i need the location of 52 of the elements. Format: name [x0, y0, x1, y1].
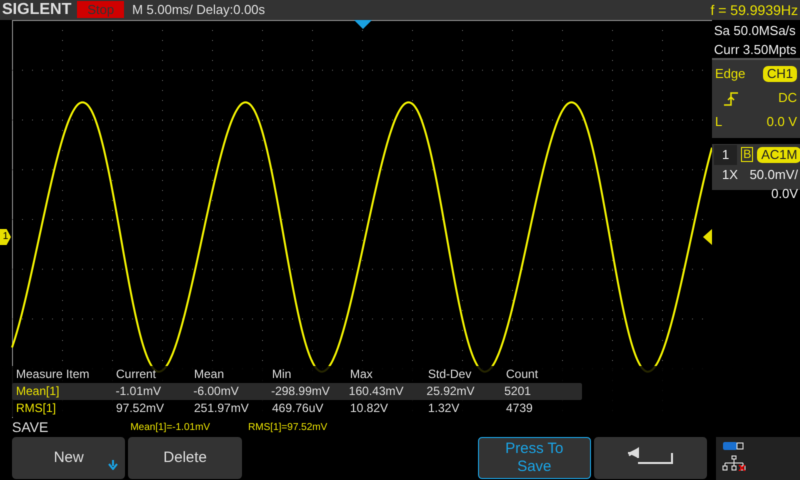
channel-number: 1 [714, 145, 738, 164]
softkey-button[interactable]: Delete [128, 437, 242, 479]
trigger-source-badge: CH1 [762, 66, 797, 82]
softkey-button[interactable]: New [12, 437, 126, 479]
frequency-readout: f = 59.9939Hz [710, 1, 799, 20]
rising-edge-icon [723, 92, 739, 106]
table-cell-text: -1.01mV [116, 383, 162, 400]
bandwidth-limit-badge: B [741, 147, 754, 162]
column-header: Measure Item [16, 366, 90, 383]
column-header: Current [116, 366, 158, 383]
back-button[interactable] [594, 437, 708, 479]
measurement-row[interactable]: RMS[1] 97.52mV 251.97mV 469.76uV 10.82V 1.32V 4739 [12, 400, 712, 417]
table-cell-text: 25.92mV [426, 383, 476, 400]
table-cell-text: 4739 [506, 400, 534, 417]
trigger-level-label: L [715, 113, 722, 132]
probe-ratio-label: 1X [722, 166, 738, 184]
column-header: Count [506, 366, 540, 383]
sample-rate-label: Sa 50.0MSa/s [714, 22, 797, 40]
logo: SIGLENT [1, 0, 72, 20]
channel-marker: 1 [0, 229, 11, 245]
trigger-coupling-label: DC [778, 89, 797, 108]
usb-device-icon [722, 441, 744, 451]
measurement-row[interactable]: Mean[1] -1.01mV -6.00mV -298.99mV 160.43mV 25.92mV 5201 [12, 383, 582, 400]
measurement-name: Mean[1] [16, 383, 60, 400]
down-arrow-icon [108, 460, 118, 470]
table-cell-text: -298.99mV [271, 383, 331, 400]
vertical-scale-label: 50.0mV/ [750, 166, 798, 184]
column-header: Min [272, 366, 292, 383]
table-cell-text: 251.97mV [194, 400, 250, 417]
measurement-readout: Mean[1]=-1.01mV [130, 421, 210, 435]
trigger-level-value: 0.0 V [766, 113, 797, 132]
offset-label: 0.0V [771, 185, 798, 203]
table-cell-text: 160.43mV [348, 383, 404, 400]
measurement-readout: RMS[1]=97.52mV [248, 421, 328, 435]
channel-coupling-badge: AC1M [757, 146, 800, 163]
table-cell-text: 97.52mV [116, 400, 166, 417]
column-header: Max [350, 366, 374, 383]
memory-depth-label: Curr 3.50Mpts [714, 41, 798, 59]
table-cell-text: 1.32V [428, 400, 460, 417]
table-cell-text: 469.76uV [272, 400, 324, 417]
column-header: Mean [194, 366, 226, 383]
table-cell-text: 5201 [504, 383, 532, 400]
table-cell-text: 10.82V [350, 400, 390, 417]
menu-title: SAVE [12, 418, 48, 437]
trigger-level-marker [703, 229, 712, 245]
measurement-name: RMS[1] [16, 400, 58, 417]
table-cell-text: -6.00mV [193, 383, 240, 400]
timebase-label: M 5.00ms/ Delay:0.00s [132, 1, 266, 19]
trigger-type-label: Edge [715, 65, 746, 84]
network-disconnected-icon [722, 455, 746, 471]
softkey-button[interactable]: Press To Save [478, 437, 591, 479]
column-header: Std-Dev [428, 366, 472, 383]
